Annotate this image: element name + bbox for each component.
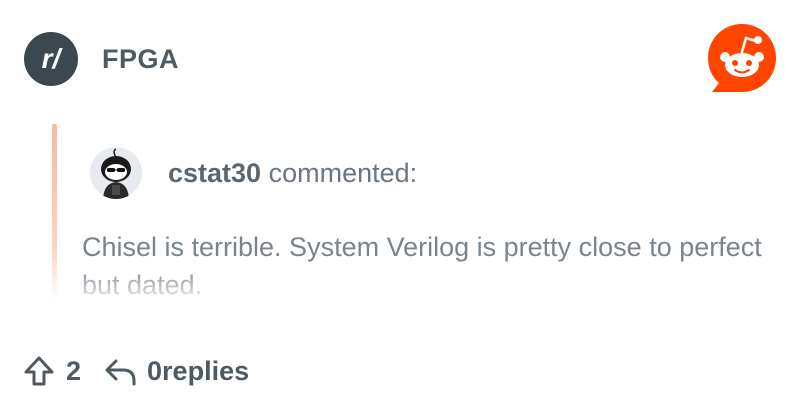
subreddit-r-glyph: r/ [42,43,64,74]
user-avatar[interactable] [90,147,142,199]
comment-author[interactable]: cstat30 [168,158,261,188]
comment-footer: 2 0replies [22,354,249,388]
subreddit-r-icon[interactable]: r/ [24,32,78,86]
comment-text: Chisel is terrible. System Verilog is pr… [82,232,762,300]
upvote-arrow-icon[interactable] [22,354,56,388]
author-line: cstat30 commented: [168,158,417,189]
avatar-snoo-icon [90,147,142,199]
post-header: r/ FPGA [24,32,179,86]
quote-bar [52,124,57,300]
reply-count[interactable]: 0replies [147,356,249,387]
comment-header: cstat30 commented: [90,147,417,199]
reddit-snoo-icon [706,22,778,96]
svg-text:r/: r/ [42,43,64,74]
comment-action: commented: [268,157,418,188]
upvote-count: 2 [66,355,82,386]
reply-arrow-icon[interactable] [103,354,137,388]
subreddit-name[interactable]: FPGA [102,44,179,75]
